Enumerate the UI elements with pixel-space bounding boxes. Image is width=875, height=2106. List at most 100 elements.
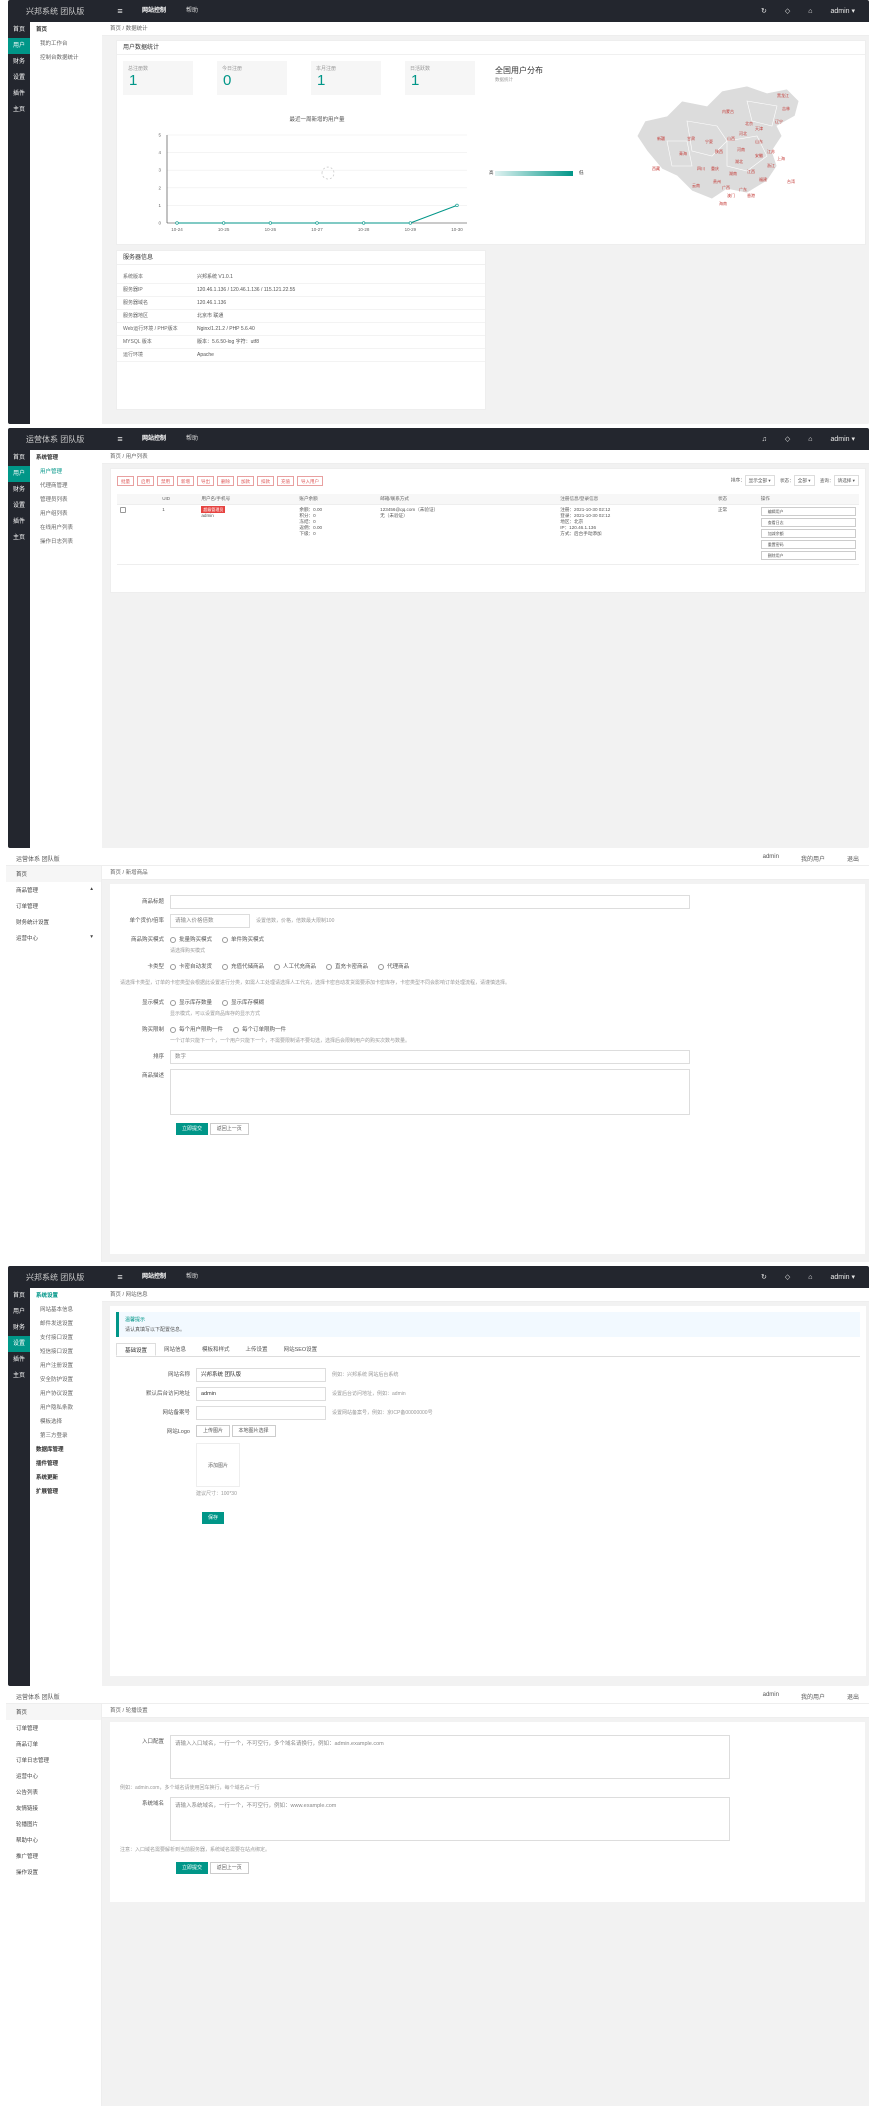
rail-user[interactable]: 用户 [8, 1304, 30, 1320]
icp-input[interactable] [196, 1406, 326, 1420]
side-item[interactable]: 商品订单 [6, 1736, 101, 1752]
back-button[interactable]: 返回上一页 [209, 1123, 249, 1135]
submit-button[interactable]: 立即提交 [176, 1123, 209, 1135]
menu-toggle-icon[interactable]: ≡ [108, 1272, 132, 1282]
submit-button[interactable]: 立即提交 [176, 1862, 209, 1874]
rail-main[interactable]: 主页 [8, 102, 30, 118]
sub-nav-item[interactable]: 用户隐私条款 [30, 1400, 102, 1414]
action-button[interactable]: 加款 [237, 475, 254, 486]
sub-nav-item[interactable]: 管理员列表 [30, 492, 102, 506]
search-select[interactable]: 请选择 ▾ [833, 475, 859, 486]
desc-textarea[interactable] [170, 1069, 690, 1115]
refresh-icon[interactable]: ↻ [761, 1273, 767, 1281]
radio-circle[interactable] [326, 963, 333, 970]
admin-menu[interactable]: admin ▾ [830, 7, 855, 15]
menu-toggle-icon[interactable]: ≡ [108, 6, 132, 16]
op-button[interactable]: 加减余额 [760, 529, 856, 538]
radio-circle[interactable] [274, 963, 281, 970]
shield-icon[interactable]: ◇ [785, 1273, 790, 1281]
side-item[interactable]: 运营中心 [6, 1768, 101, 1784]
show-radio-fuzzy[interactable]: 显示库存模糊 [222, 999, 264, 1006]
top-nav-control[interactable]: 网站控制 [132, 1266, 176, 1288]
side-item[interactable]: 推广管理 [6, 1848, 101, 1864]
rail-finance[interactable]: 财务 [8, 54, 30, 70]
upload-button[interactable]: 上传图片 [196, 1425, 231, 1437]
rail-settings[interactable]: 设置 [8, 1336, 30, 1352]
rail-settings[interactable]: 设置 [8, 70, 30, 86]
sub-nav-item[interactable]: 我的工作台 [30, 36, 102, 50]
shield-icon[interactable]: ◇ [785, 435, 790, 443]
sub-nav-item[interactable]: 安全防护设置 [30, 1372, 102, 1386]
admin-url-input[interactable]: admin [196, 1387, 326, 1401]
side-item-ops[interactable]: 运营中心 ▾ [6, 930, 101, 946]
back-button[interactable]: 返回上一页 [209, 1862, 249, 1874]
sub-nav-item[interactable]: 第三方登录 [30, 1428, 102, 1442]
type-radio[interactable]: 代理商品 [378, 963, 409, 970]
shield-icon[interactable]: ◇ [785, 7, 790, 15]
sub-nav-item[interactable]: 在线用户列表 [30, 520, 102, 534]
sort-select[interactable]: 显示全部 ▾ [744, 475, 775, 486]
system-domain-textarea[interactable]: 请输入系统域名，一行一个，不可空行，例如：www.example.com [170, 1797, 730, 1841]
top-nav-control[interactable]: 网站控制 [132, 0, 176, 22]
op-button[interactable]: 查看日志 [760, 518, 856, 527]
type-radio[interactable]: 人工代充商品 [274, 963, 316, 970]
rail-finance[interactable]: 财务 [8, 1320, 30, 1336]
mode-radio-single[interactable]: 单件购买模式 [222, 936, 264, 943]
side-item[interactable]: 首页 [6, 1704, 101, 1720]
type-radio[interactable]: 充值代储商品 [222, 963, 264, 970]
sub-nav-head[interactable]: 系统设置 [30, 1288, 102, 1302]
type-radio[interactable]: 直充卡密商品 [326, 963, 368, 970]
link-admin[interactable]: admin [763, 854, 779, 863]
settings-tab[interactable]: 网站SEO设置 [276, 1343, 326, 1356]
price-input[interactable]: 请输入价格倍数 [170, 914, 250, 928]
side-item[interactable]: 友情链接 [6, 1800, 101, 1816]
action-button[interactable]: 扣款 [257, 475, 274, 486]
type-radio[interactable]: 卡密自动发货 [170, 963, 212, 970]
local-image-button[interactable]: 本地图片选择 [231, 1425, 276, 1437]
rail-user[interactable]: 用户 [8, 38, 30, 54]
limit-radio-order[interactable]: 每个订单限购一件 [233, 1026, 286, 1033]
menu-toggle-icon[interactable]: ≡ [108, 434, 132, 444]
sub-nav-item[interactable]: 操作日志列表 [30, 534, 102, 548]
sub-nav-item[interactable]: 代理商管理 [30, 478, 102, 492]
side-item[interactable]: 公告列表 [6, 1784, 101, 1800]
side-item-home[interactable]: 首页 [6, 866, 101, 882]
side-item-finance[interactable]: 财务统计设置 [6, 914, 101, 930]
action-button[interactable]: 批量 [117, 475, 134, 486]
rail-plugins[interactable]: 插件 [8, 514, 30, 530]
sub-nav-item[interactable]: 网站基本信息 [30, 1302, 102, 1316]
site-name-input[interactable]: 兴邦系统 团队版 [196, 1368, 326, 1382]
limit-radio-user[interactable]: 每个用户限购一件 [170, 1026, 223, 1033]
sub-nav-group[interactable]: 插件管理 [30, 1456, 102, 1470]
rail-finance[interactable]: 财务 [8, 482, 30, 498]
sub-nav-item[interactable]: 用户组列表 [30, 506, 102, 520]
sub-nav-item[interactable]: 用户管理 [30, 464, 102, 478]
top-nav-help[interactable]: 帮助 [176, 0, 208, 22]
link-my-users[interactable]: 我的用户 [801, 1692, 825, 1701]
link-logout[interactable]: 退出 [847, 854, 859, 863]
show-radio-count[interactable]: 显示库存数量 [170, 999, 212, 1006]
status-select[interactable]: 全部 ▾ [793, 475, 815, 486]
sub-nav-item[interactable]: 首页 [30, 22, 102, 36]
side-item[interactable]: 操作设置 [6, 1864, 101, 1880]
side-item-goods[interactable]: 商品管理 ▴ [6, 882, 101, 898]
sub-nav-group[interactable]: 系统更新 [30, 1470, 102, 1484]
sub-nav-item[interactable]: 用户注册设置 [30, 1358, 102, 1372]
radio-circle[interactable] [170, 963, 176, 970]
link-my-users[interactable]: 我的用户 [801, 854, 825, 863]
action-button[interactable]: 删除 [217, 475, 234, 486]
rail-user[interactable]: 用户 [8, 466, 30, 482]
tag-icon[interactable]: ⌂ [808, 1274, 812, 1281]
action-button[interactable]: 启用 [137, 475, 154, 486]
logo-preview[interactable]: 添加图片 [196, 1443, 240, 1487]
refresh-icon[interactable]: ↻ [761, 7, 767, 15]
side-item[interactable]: 订单管理 [6, 1720, 101, 1736]
side-item[interactable]: 轮播图片 [6, 1816, 101, 1832]
sub-nav-item[interactable]: 模板选择 [30, 1414, 102, 1428]
sub-nav-head[interactable]: 系统管理 [30, 450, 102, 464]
op-button[interactable]: 编辑用户 [760, 507, 856, 516]
rail-home[interactable]: 首页 [8, 22, 30, 38]
top-nav-help[interactable]: 帮助 [176, 1266, 208, 1288]
admin-menu[interactable]: admin ▾ [830, 1273, 855, 1281]
entry-domain-textarea[interactable]: 请输入入口域名，一行一个，不可空行，多个域名请换行，例如：admin.examp… [170, 1735, 730, 1779]
